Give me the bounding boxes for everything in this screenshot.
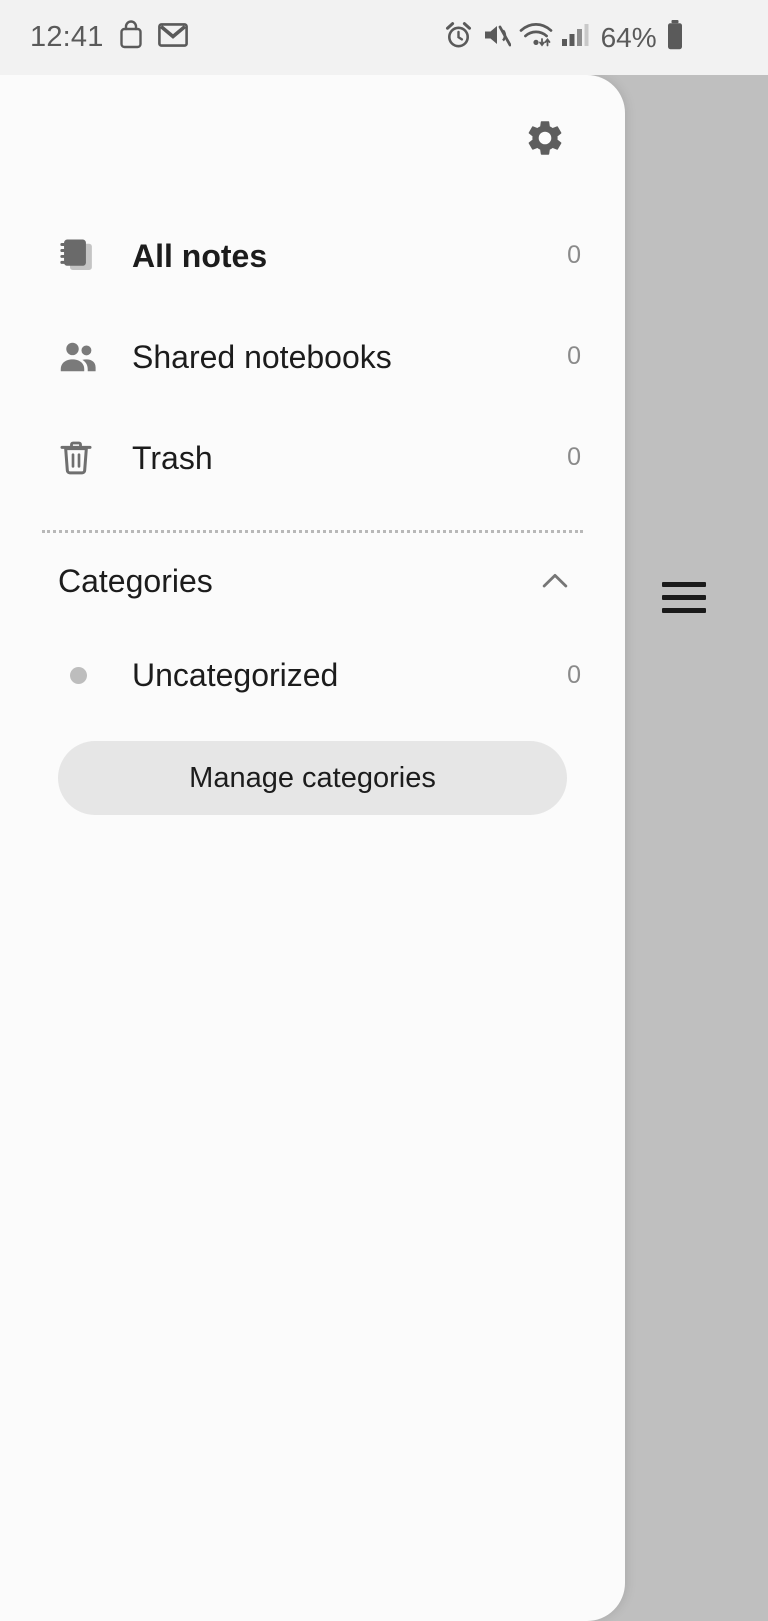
categories-section-header[interactable]: Categories (0, 533, 625, 629)
category-item-uncategorized[interactable]: Uncategorized 0 (0, 629, 625, 721)
status-bar-right: 64% (444, 19, 685, 56)
notes-stack-icon (56, 235, 102, 277)
status-bar: 12:41 64% (0, 0, 768, 75)
nav-item-all-notes[interactable]: All notes 0 (0, 205, 625, 306)
shopping-bag-icon (118, 20, 144, 55)
gear-icon (524, 117, 566, 164)
nav-item-count: 0 (567, 342, 581, 370)
drawer-nav-list: All notes 0 Shared notebooks 0 Trash 0 (0, 205, 625, 508)
people-group-icon (56, 335, 102, 379)
settings-button[interactable] (517, 112, 573, 168)
category-color-dot-icon (56, 666, 102, 684)
nav-item-count: 0 (567, 443, 581, 471)
hamburger-line (662, 594, 706, 600)
gmail-icon (157, 22, 188, 53)
drawer-header (0, 75, 625, 205)
hamburger-line (662, 607, 706, 613)
hamburger-line (662, 581, 706, 587)
manage-categories-container: Manage categories (0, 721, 625, 815)
navigation-drawer: All notes 0 Shared notebooks 0 Trash 0 C… (0, 75, 625, 1621)
status-bar-left: 12:41 (30, 20, 188, 55)
trash-icon (56, 438, 102, 478)
chevron-up-icon[interactable] (531, 557, 579, 605)
signal-icon (561, 21, 589, 54)
nav-item-label: Trash (132, 439, 213, 476)
battery-icon (665, 19, 685, 56)
wifi-icon (519, 21, 553, 54)
category-item-label: Uncategorized (132, 657, 339, 693)
category-item-count: 0 (567, 660, 581, 689)
battery-percent-label: 64% (600, 21, 657, 53)
nav-item-count: 0 (567, 241, 581, 269)
categories-title: Categories (58, 563, 213, 599)
mute-icon (481, 21, 511, 54)
nav-item-shared-notebooks[interactable]: Shared notebooks 0 (0, 306, 625, 407)
hamburger-menu-icon[interactable] (662, 575, 706, 619)
nav-item-trash[interactable]: Trash 0 (0, 407, 625, 508)
nav-item-label: Shared notebooks (132, 338, 392, 375)
status-bar-clock: 12:41 (30, 21, 104, 53)
alarm-icon (444, 21, 473, 55)
manage-categories-button[interactable]: Manage categories (58, 741, 567, 815)
nav-item-label: All notes (132, 237, 268, 274)
